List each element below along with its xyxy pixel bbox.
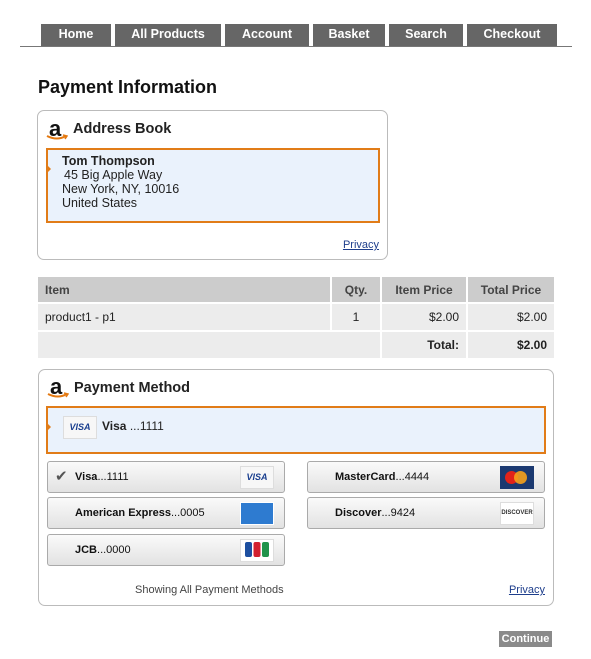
payment-option-jcb[interactable]: JCB...0000 <box>47 534 285 566</box>
amex-logo-icon <box>240 502 274 525</box>
option-brand: MasterCard <box>335 471 396 483</box>
selection-arrow-icon <box>46 164 51 174</box>
payment-option-visa[interactable]: ✔ Visa...1111 VISA <box>47 461 285 493</box>
payment-privacy-link[interactable]: Privacy <box>509 584 545 596</box>
nav-tab-home[interactable]: Home <box>41 24 111 46</box>
selected-card-digits: ...1111 <box>129 419 164 433</box>
showing-all-methods-label: Showing All Payment Methods <box>135 584 284 596</box>
total-label: Total: <box>381 330 468 358</box>
continue-button[interactable]: Continue <box>499 631 552 647</box>
amazon-logo-icon: a <box>47 376 69 400</box>
address-privacy-link[interactable]: Privacy <box>343 239 379 251</box>
visa-logo-icon: VISA <box>63 416 97 439</box>
mastercard-logo-icon <box>500 466 534 489</box>
nav-tab-search[interactable]: Search <box>389 24 463 46</box>
visa-logo-icon: VISA <box>240 466 274 489</box>
option-digits: ...1111 <box>97 471 129 483</box>
payment-method-widget: a Payment Method VISA Visa ...1111 ✔ Vis… <box>38 369 554 606</box>
page-title: Payment Information <box>38 77 218 97</box>
option-digits: ...0000 <box>97 544 131 556</box>
address-line1: 45 Big Apple Way <box>64 168 163 182</box>
total-value: $2.00 <box>467 330 554 358</box>
option-brand: JCB <box>75 544 98 556</box>
payment-option-mastercard[interactable]: MasterCard...4444 <box>307 461 545 493</box>
top-navigation: Home All Products Account Basket Search … <box>20 24 572 47</box>
option-digits: ...0005 <box>171 507 205 519</box>
table-header-row: Item Qty. Item Price Total Price <box>38 277 554 303</box>
payment-method-title: Payment Method <box>74 380 191 396</box>
option-digits: ...9424 <box>381 507 416 519</box>
total-spacer <box>38 330 382 358</box>
column-header-qty: Qty. <box>331 277 382 303</box>
column-header-total-price: Total Price <box>467 277 554 303</box>
amazon-logo-icon: a <box>46 118 68 142</box>
address-line2: New York, NY, 10016 <box>62 182 180 196</box>
selected-card-brand: Visa <box>102 419 127 433</box>
column-header-item-price: Item Price <box>381 277 468 303</box>
address-book-title: Address Book <box>73 121 172 137</box>
selected-address[interactable]: Tom Thompson 45 Big Apple Way New York, … <box>46 148 380 223</box>
selection-arrow-icon <box>46 422 51 432</box>
cell-total-price: $2.00 <box>467 302 554 331</box>
table-total-row: Total: $2.00 <box>38 330 554 358</box>
nav-tab-basket[interactable]: Basket <box>313 24 385 46</box>
cell-item: product1 - p1 <box>38 302 332 331</box>
option-brand: Discover <box>335 507 382 519</box>
option-brand: Visa <box>75 471 98 483</box>
jcb-logo-icon <box>240 539 274 562</box>
table-row: product1 - p1 1 $2.00 $2.00 <box>38 302 554 331</box>
nav-tab-all-products[interactable]: All Products <box>115 24 221 46</box>
address-country: United States <box>62 196 138 210</box>
nav-tab-checkout[interactable]: Checkout <box>467 24 557 46</box>
address-name: Tom Thompson <box>62 154 155 168</box>
cell-qty: 1 <box>331 302 382 331</box>
selected-payment-method[interactable]: VISA Visa ...1111 <box>46 406 546 454</box>
payment-option-amex[interactable]: American Express...0005 <box>47 497 285 529</box>
address-book-widget: a Address Book Tom Thompson 45 Big Apple… <box>37 110 388 260</box>
payment-option-discover[interactable]: Discover...9424 DISCOVER <box>307 497 545 529</box>
checkmark-icon: ✔ <box>55 468 68 485</box>
column-header-item: Item <box>38 277 332 303</box>
option-digits: ...4444 <box>395 471 430 483</box>
nav-tab-account[interactable]: Account <box>225 24 309 46</box>
cell-item-price: $2.00 <box>381 302 468 331</box>
order-table: Item Qty. Item Price Total Price product… <box>38 277 554 358</box>
option-brand: American Express <box>75 507 171 519</box>
discover-logo-icon: DISCOVER <box>500 502 534 525</box>
